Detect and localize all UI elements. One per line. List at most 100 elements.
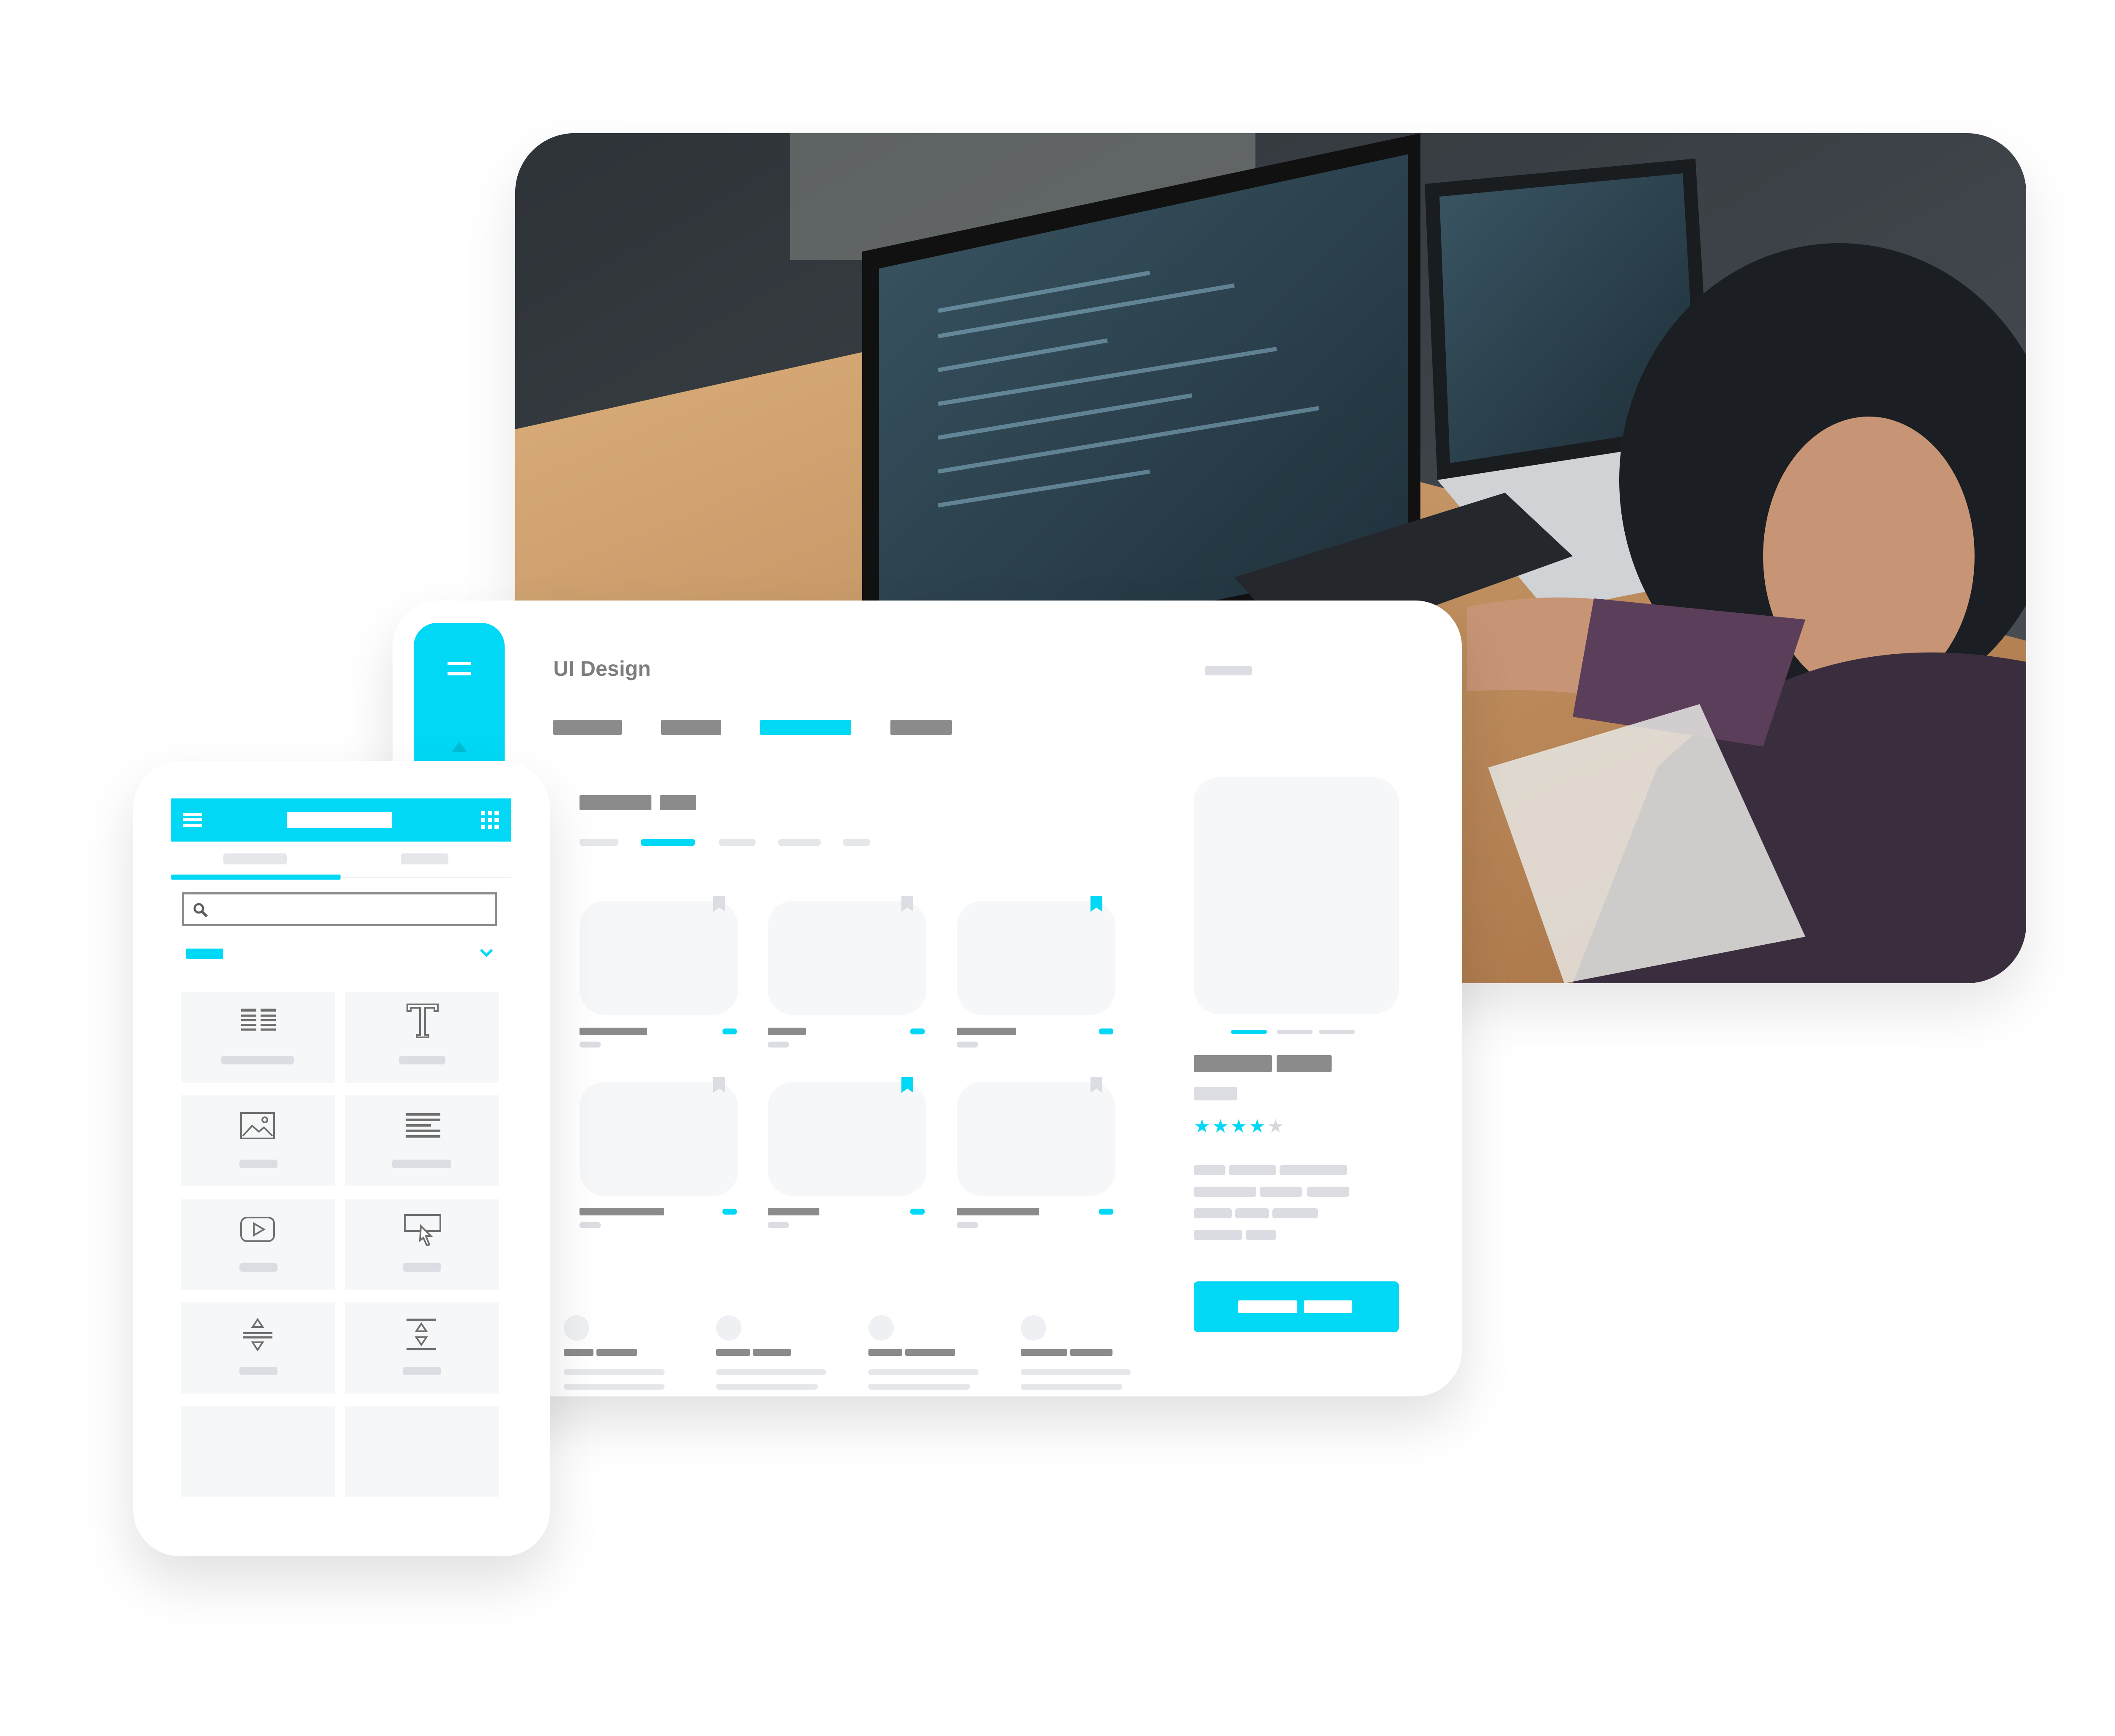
product-card-5[interactable]	[768, 1082, 926, 1196]
caret-up-icon	[452, 741, 467, 752]
tab-active[interactable]	[760, 720, 851, 735]
widget-image[interactable]	[181, 1095, 335, 1186]
section-heading-2	[660, 795, 696, 810]
avatar	[564, 1315, 589, 1341]
card-price	[722, 1028, 737, 1034]
product-price	[1194, 1087, 1237, 1100]
video-icon	[240, 1217, 275, 1242]
search-icon	[192, 902, 209, 918]
menu-icon[interactable]	[448, 661, 471, 678]
filter-active[interactable]	[641, 839, 695, 846]
bookmark-icon[interactable]	[901, 896, 913, 912]
button-label	[1304, 1300, 1352, 1313]
product-name-2	[1277, 1055, 1332, 1072]
widget-label	[392, 1160, 451, 1168]
bookmark-active-icon[interactable]	[901, 1077, 913, 1093]
mobile-tab-1[interactable]	[223, 853, 287, 864]
tab-2[interactable]	[661, 720, 721, 735]
add-to-cart-button[interactable]	[1194, 1281, 1399, 1332]
carousel-dot[interactable]	[1319, 1030, 1355, 1034]
header-action[interactable]	[1205, 666, 1252, 675]
filter-1[interactable]	[580, 839, 618, 846]
star-icon: ★	[1212, 1116, 1231, 1137]
grid-icon[interactable]	[481, 811, 499, 829]
widget-label	[403, 1263, 441, 1272]
review-text	[564, 1369, 665, 1375]
product-card-3[interactable]	[957, 901, 1115, 1015]
widget-empty[interactable]	[181, 1406, 335, 1497]
filter-5[interactable]	[843, 839, 870, 846]
chevron-down-icon[interactable]	[479, 948, 494, 957]
description-line	[1229, 1165, 1276, 1175]
star-icon: ★	[1249, 1116, 1267, 1137]
review-text	[1021, 1369, 1131, 1375]
widget-video[interactable]	[181, 1199, 335, 1290]
card-caption	[580, 1208, 664, 1215]
widget-label	[239, 1263, 277, 1272]
product-preview-image[interactable]	[1194, 777, 1399, 1014]
avatar	[1021, 1315, 1046, 1341]
description-line	[1280, 1165, 1347, 1175]
review-text	[716, 1384, 818, 1390]
description-line	[1235, 1208, 1269, 1218]
review-name	[596, 1349, 637, 1356]
description-line	[1260, 1187, 1302, 1197]
star-icon: ★	[1230, 1116, 1249, 1137]
cursor-icon	[404, 1214, 441, 1246]
filter-4[interactable]	[778, 839, 821, 846]
review-name	[753, 1349, 791, 1356]
bookmark-icon[interactable]	[1090, 1077, 1102, 1093]
review-name	[1070, 1349, 1112, 1356]
product-card-6[interactable]	[957, 1082, 1115, 1196]
card-subcaption	[768, 1222, 789, 1228]
widget-label	[221, 1056, 294, 1064]
card-subcaption	[957, 1042, 978, 1048]
widget-spacer[interactable]	[345, 1303, 499, 1393]
mobile-tab-indicator	[171, 875, 341, 880]
card-price	[722, 1209, 737, 1215]
bookmark-icon[interactable]	[713, 1077, 725, 1093]
carousel-dot-active[interactable]	[1231, 1030, 1267, 1034]
image-icon	[240, 1112, 275, 1139]
product-card-4[interactable]	[580, 1082, 738, 1196]
mobile-tab-divider	[341, 877, 511, 878]
mobile-header-title	[287, 812, 392, 828]
product-card-1[interactable]	[580, 901, 738, 1015]
review-name	[1021, 1349, 1067, 1356]
description-line	[1194, 1230, 1242, 1240]
avatar	[868, 1315, 894, 1341]
widget-divider[interactable]	[181, 1303, 335, 1393]
tab-4[interactable]	[890, 720, 952, 735]
description-line	[1194, 1208, 1232, 1218]
widget-text[interactable]	[345, 992, 499, 1083]
review-text	[716, 1369, 826, 1375]
product-card-2[interactable]	[768, 901, 926, 1015]
product-name	[1194, 1055, 1272, 1072]
star-icon: ★	[1194, 1116, 1212, 1137]
carousel-dot[interactable]	[1277, 1030, 1313, 1034]
hamburger-icon[interactable]	[183, 813, 202, 827]
card-subcaption	[580, 1222, 601, 1228]
widget-columns[interactable]	[181, 992, 335, 1083]
description-line	[1194, 1187, 1256, 1197]
columns-icon	[241, 1009, 276, 1034]
widget-empty[interactable]	[345, 1406, 499, 1497]
tab-1[interactable]	[553, 720, 622, 735]
category-select[interactable]	[186, 949, 223, 959]
card-caption	[580, 1028, 647, 1035]
card-price	[1099, 1209, 1113, 1215]
card-subcaption	[580, 1042, 601, 1048]
bookmark-active-icon[interactable]	[1090, 896, 1102, 912]
bookmark-icon[interactable]	[713, 896, 725, 912]
paragraph-icon	[406, 1113, 440, 1138]
button-label	[1238, 1300, 1297, 1313]
widget-label	[399, 1056, 445, 1064]
mobile-tab-2[interactable]	[401, 853, 448, 864]
widget-button[interactable]	[345, 1199, 499, 1290]
rating-stars: ★★★★★	[1194, 1116, 1285, 1137]
filter-3[interactable]	[719, 839, 755, 846]
widget-paragraph[interactable]	[345, 1095, 499, 1186]
search-input[interactable]	[182, 892, 497, 926]
divider-icon	[243, 1318, 272, 1352]
description-line	[1246, 1230, 1276, 1240]
